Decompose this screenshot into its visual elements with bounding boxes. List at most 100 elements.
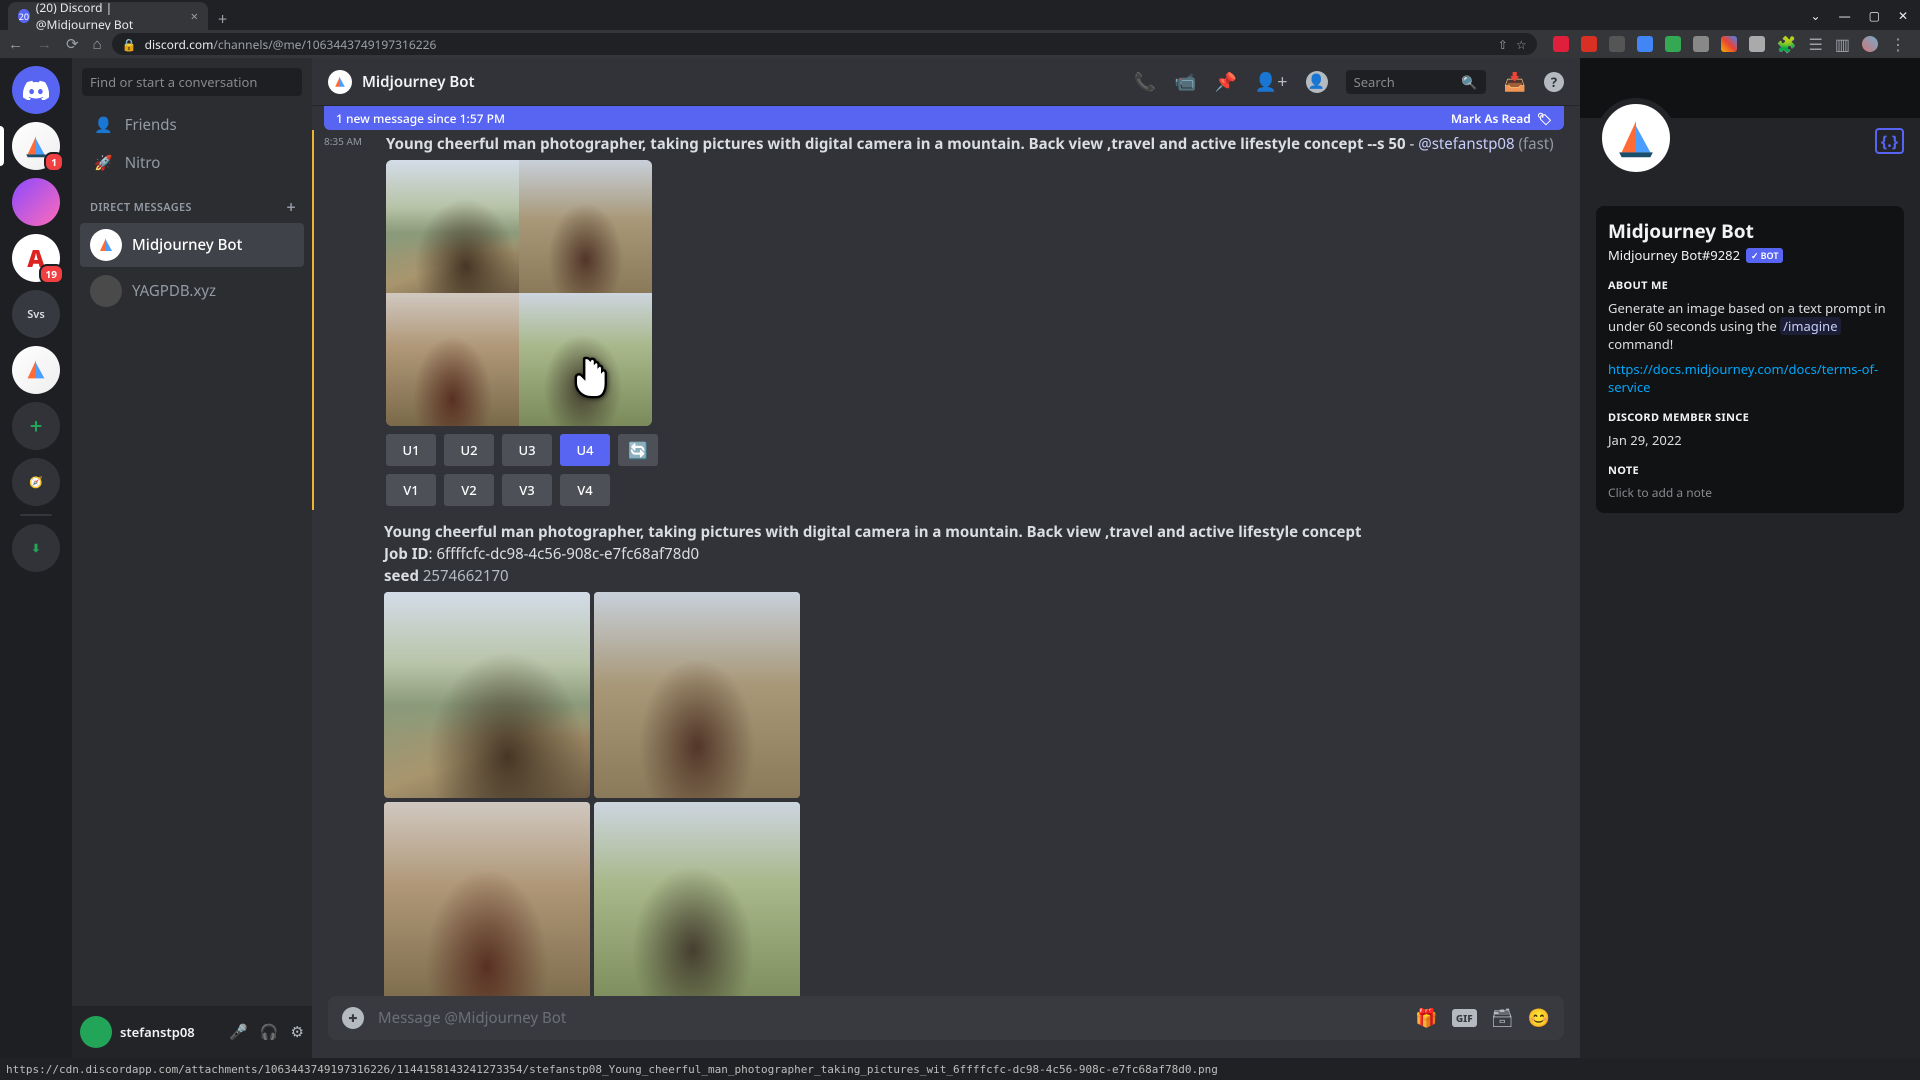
kebab-menu-icon[interactable]: ⋮: [1890, 33, 1906, 55]
help-icon[interactable]: ?: [1544, 72, 1564, 92]
abp-extension-icon[interactable]: [1553, 36, 1569, 52]
server-item[interactable]: [12, 346, 60, 394]
generated-image-2[interactable]: [594, 592, 800, 798]
server-svs[interactable]: Svs: [12, 290, 60, 338]
message-timestamp: 8:35 AM: [324, 134, 362, 148]
emoji-icon[interactable]: 😊: [1528, 1006, 1550, 1030]
main-chat-area: Midjourney Bot 📞 📹 📌 👤+ 👤 Search 🔍 📥 ? 1…: [312, 58, 1580, 1058]
add-server-button[interactable]: +: [12, 402, 60, 450]
extension-icon[interactable]: [1637, 36, 1653, 52]
profile-avatar-icon[interactable]: [1862, 36, 1878, 52]
bot-brackets-icon[interactable]: {.}: [1875, 128, 1904, 154]
deafen-icon[interactable]: 🎧: [260, 1022, 279, 1042]
extension-icon[interactable]: [1749, 36, 1765, 52]
user-mention[interactable]: @stefanstp08: [1418, 134, 1514, 154]
u3-button[interactable]: U3: [502, 434, 552, 466]
voice-call-icon[interactable]: 📞: [1134, 70, 1156, 94]
profile-card: Midjourney Bot Midjourney Bot#9282 ✓ BOT…: [1596, 206, 1904, 513]
user-panel: stefanstp08 🎤 🎧 ⚙: [72, 1006, 312, 1058]
close-window-icon[interactable]: ✕: [1898, 7, 1908, 24]
attach-icon[interactable]: +: [342, 1007, 364, 1029]
home-icon[interactable]: ⌂: [93, 34, 102, 54]
add-dm-icon[interactable]: +: [287, 196, 296, 218]
generated-image-3[interactable]: [386, 293, 519, 426]
message-input[interactable]: + Message @Midjourney Bot 🎁 GIF 🗃 😊: [328, 996, 1564, 1040]
note-field[interactable]: Click to add a note: [1608, 484, 1892, 501]
lock-icon: 🔒: [122, 36, 137, 53]
profile-avatar-large[interactable]: [1596, 98, 1676, 178]
input-placeholder: Message @Midjourney Bot: [378, 1008, 1401, 1028]
current-username[interactable]: stefanstp08: [120, 1023, 195, 1041]
user-avatar[interactable]: [80, 1016, 112, 1048]
explore-button[interactable]: 🧭: [12, 458, 60, 506]
download-button[interactable]: ⬇: [12, 524, 60, 572]
extension-icons: 🧩 ☰ ▥ ⋮: [1547, 33, 1912, 55]
v3-button[interactable]: V3: [502, 474, 552, 506]
mark-as-read-button[interactable]: Mark As Read 🏷: [1451, 110, 1552, 127]
generated-image-1[interactable]: [386, 160, 519, 293]
gif-button[interactable]: GIF: [1452, 1009, 1477, 1027]
tab-close-icon[interactable]: ×: [191, 7, 198, 25]
dm-yagpdb[interactable]: YAGPDB.xyz: [80, 269, 304, 313]
share-icon[interactable]: ⇧: [1498, 36, 1508, 53]
v1-button[interactable]: V1: [386, 474, 436, 506]
u1-button[interactable]: U1: [386, 434, 436, 466]
mute-icon[interactable]: 🎤: [229, 1022, 248, 1042]
status-url: https://cdn.discordapp.com/attachments/1…: [6, 1063, 1218, 1076]
generated-image-3[interactable]: [384, 802, 590, 996]
pin-icon[interactable]: 📌: [1214, 70, 1236, 94]
u2-button[interactable]: U2: [444, 434, 494, 466]
extension-icon[interactable]: [1581, 36, 1597, 52]
user-profile-icon[interactable]: 👤: [1306, 71, 1328, 93]
extension-icon[interactable]: [1609, 36, 1625, 52]
settings-icon[interactable]: ⚙: [291, 1022, 304, 1042]
video-call-icon[interactable]: 📹: [1174, 70, 1196, 94]
friends-nav[interactable]: 👤 Friends: [80, 107, 304, 143]
reroll-button[interactable]: 🔄: [618, 434, 658, 466]
dm-midjourney-bot[interactable]: Midjourney Bot: [80, 223, 304, 267]
forward-icon[interactable]: →: [37, 34, 52, 54]
generated-image-4[interactable]: [594, 802, 800, 996]
server-item[interactable]: [12, 178, 60, 226]
back-icon[interactable]: ←: [8, 34, 23, 54]
server-rail: 1 A 19 Svs + 🧭 ⬇: [0, 58, 72, 1058]
extension-icon[interactable]: [1665, 36, 1681, 52]
note-title: NOTE: [1608, 463, 1892, 478]
generated-image-1[interactable]: [384, 592, 590, 798]
new-message-bar[interactable]: 1 new message since 1:57 PM Mark As Read…: [324, 106, 1564, 130]
messages-scroll[interactable]: 1 new message since 1:57 PM Mark As Read…: [312, 106, 1580, 996]
v4-button[interactable]: V4: [560, 474, 610, 506]
extension-icon[interactable]: [1693, 36, 1709, 52]
star-icon[interactable]: ☆: [1516, 36, 1527, 53]
generated-image-2[interactable]: [519, 160, 652, 293]
minimize-icon[interactable]: —: [1839, 7, 1851, 24]
inbox-icon[interactable]: 📥: [1504, 70, 1526, 94]
generated-image-4[interactable]: [519, 293, 652, 426]
reload-icon[interactable]: ⟳: [66, 34, 79, 54]
add-friend-icon[interactable]: 👤+: [1255, 70, 1288, 94]
generated-image-grid-large[interactable]: [384, 592, 800, 996]
nitro-nav[interactable]: 🚀 Nitro: [80, 145, 304, 181]
about-link[interactable]: https://docs.midjourney.com/docs/terms-o…: [1608, 360, 1892, 396]
header-search-input[interactable]: Search 🔍: [1346, 70, 1486, 94]
sticker-icon[interactable]: 🗃: [1491, 1006, 1514, 1030]
side-panel-icon[interactable]: ▥: [1835, 33, 1850, 55]
generated-image-grid[interactable]: [386, 160, 652, 426]
dm-search-input[interactable]: Find or start a conversation: [82, 68, 302, 96]
gift-icon[interactable]: 🎁: [1415, 1006, 1437, 1030]
server-midjourney[interactable]: 1: [12, 122, 60, 170]
reading-list-icon[interactable]: ☰: [1809, 33, 1823, 55]
extension-icon[interactable]: [1721, 36, 1737, 52]
v2-button[interactable]: V2: [444, 474, 494, 506]
url-bar[interactable]: 🔒 discord.com/channels/@me/1063443749197…: [112, 33, 1537, 55]
unread-badge: 19: [39, 264, 64, 284]
home-button[interactable]: [12, 66, 60, 114]
server-item[interactable]: A 19: [12, 234, 60, 282]
midjourney-sail-icon: [332, 74, 348, 90]
dropdown-icon[interactable]: ⌄: [1811, 7, 1821, 24]
browser-tab[interactable]: 20 (20) Discord | @Midjourney Bot ×: [8, 2, 208, 30]
new-tab-button[interactable]: +: [208, 8, 237, 30]
extensions-menu-icon[interactable]: 🧩: [1777, 33, 1797, 55]
maximize-icon[interactable]: ▢: [1869, 7, 1880, 24]
u4-button[interactable]: U4: [560, 434, 610, 466]
